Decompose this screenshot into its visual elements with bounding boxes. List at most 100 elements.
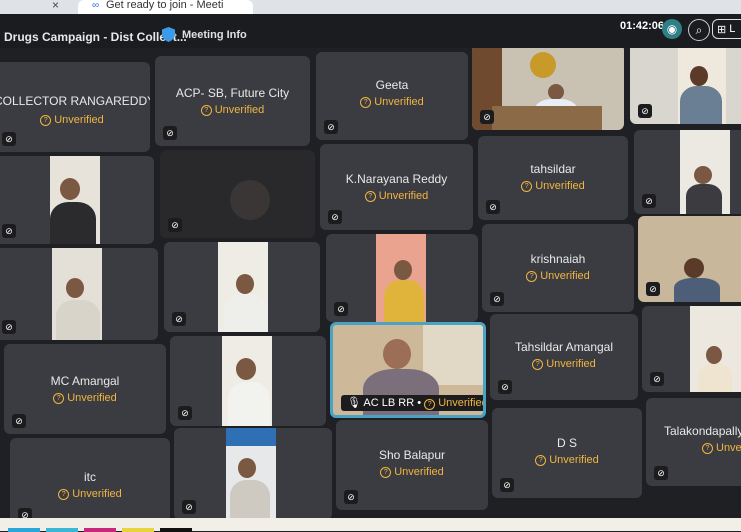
info-icon: ? bbox=[53, 393, 65, 404]
speaker-name-label: 🎙 AC LB RR • ? Unverified bbox=[341, 395, 483, 411]
taskbar-app-icon[interactable] bbox=[122, 528, 154, 532]
mic-muted-icon: ⊘ bbox=[646, 282, 660, 296]
unverified-badge: ?Unverified bbox=[482, 270, 634, 282]
mic-muted-icon: ⊘ bbox=[2, 224, 16, 238]
participant-name: MC Amangal bbox=[50, 374, 120, 388]
mic-muted-icon: ⊘ bbox=[324, 120, 338, 134]
unverified-badge: ?Unverified bbox=[320, 190, 473, 202]
meeting-title: Drugs Campaign - Dist Collect... bbox=[4, 30, 187, 44]
layout-button[interactable]: ⊞ L bbox=[712, 19, 741, 39]
mic-muted-icon: ⊘ bbox=[498, 380, 512, 394]
info-icon: ? bbox=[526, 271, 538, 282]
participant-name: K.Narayana Reddy bbox=[345, 172, 448, 186]
unverified-badge: ?Unverified bbox=[478, 180, 628, 192]
mic-muted-icon: ⊘ bbox=[163, 126, 177, 140]
browser-tab-meeting[interactable]: ∞ Get ready to join - Meeti bbox=[78, 0, 253, 14]
tab-close-icon[interactable]: × bbox=[52, 0, 59, 12]
participant-tile[interactable]: COLLECTOR RANGAREDDY ? Unverified ⊘ bbox=[0, 62, 150, 152]
participant-tile[interactable]: itc ? Unverified ⊘ bbox=[10, 438, 170, 518]
participant-video-tile[interactable]: ⊘ bbox=[634, 130, 741, 214]
mic-muted-icon: ⊘ bbox=[490, 292, 504, 306]
participant-name: D S bbox=[556, 436, 577, 450]
mic-muted-icon: ⊘ bbox=[328, 210, 342, 224]
unverified-badge: ? Unverified bbox=[424, 397, 483, 410]
active-speaker-tile[interactable]: 🎙 AC LB RR • ? Unverified bbox=[330, 322, 486, 418]
unverified-badge: ?Unverified bbox=[155, 104, 310, 116]
participant-video-tile[interactable]: ⊘ bbox=[472, 48, 624, 130]
meeting-app-favicon-icon: ∞ bbox=[92, 0, 100, 11]
unverified-badge: ?Unverified bbox=[646, 442, 741, 454]
participant-tile[interactable]: Geeta ? Unverified ⊘ bbox=[316, 52, 468, 140]
unverified-badge: ?Unverified bbox=[10, 488, 170, 500]
mic-muted-icon: ⊘ bbox=[500, 478, 514, 492]
participant-video-tile[interactable]: ⊘ bbox=[160, 150, 315, 238]
participant-video-tile[interactable]: ⊘ bbox=[0, 248, 158, 340]
info-icon: ? bbox=[521, 181, 533, 192]
participant-video-tile[interactable]: ⊘ bbox=[164, 242, 320, 332]
participant-name: ACP- SB, Future City bbox=[175, 86, 290, 100]
info-icon: ? bbox=[58, 489, 70, 500]
participant-name: itc bbox=[84, 470, 96, 484]
mic-muted-icon: ⊘ bbox=[642, 194, 656, 208]
speaker-name: AC LB RR bbox=[363, 397, 415, 409]
mic-muted-icon: ⊘ bbox=[654, 466, 668, 480]
participant-video-tile[interactable]: ⊘ bbox=[170, 336, 326, 426]
participant-tile[interactable]: Tahsildar Amangal ? Unverified ⊘ bbox=[490, 314, 638, 400]
participant-name: COLLECTOR RANGAREDDY bbox=[0, 94, 150, 108]
taskbar-app-icon[interactable] bbox=[160, 528, 192, 532]
shield-icon[interactable] bbox=[162, 27, 175, 42]
participant-tile[interactable]: D S ? Unverified ⊘ bbox=[492, 408, 642, 498]
participant-video-tile[interactable]: ⊘ bbox=[638, 216, 741, 302]
participant-tile[interactable]: MC Amangal ? Unverified ⊘ bbox=[4, 344, 166, 434]
info-icon: ? bbox=[702, 443, 713, 454]
participant-tile[interactable]: K.Narayana Reddy ? Unverified ⊘ bbox=[320, 144, 473, 230]
unverified-badge: ?Unverified bbox=[316, 96, 468, 108]
search-icon[interactable]: ⌕ bbox=[688, 19, 710, 41]
participant-video-tile[interactable]: ⊘ bbox=[326, 234, 478, 322]
participant-video-tile[interactable]: ⊘ bbox=[174, 428, 332, 518]
participant-video-tile[interactable]: ⊘ bbox=[630, 48, 741, 124]
mic-muted-icon: ⊘ bbox=[182, 500, 196, 514]
mic-muted-icon: ⊘ bbox=[334, 302, 348, 316]
taskbar-app-icon[interactable] bbox=[84, 528, 116, 532]
unverified-badge: ?Unverified bbox=[336, 466, 488, 478]
participant-tile[interactable]: Sho Balapur ? Unverified ⊘ bbox=[336, 420, 488, 510]
mic-muted-icon: ⊘ bbox=[2, 320, 16, 334]
participant-name: Talakondapally T bbox=[664, 424, 741, 438]
taskbar-app-icon[interactable] bbox=[46, 528, 78, 532]
participant-tile[interactable]: tahsildar ? Unverified ⊘ bbox=[478, 136, 628, 220]
unverified-badge: ?Unverified bbox=[4, 392, 166, 404]
browser-tab-strip: × ∞ Get ready to join - Meeti bbox=[0, 0, 741, 14]
grid-layout-icon: ⊞ bbox=[717, 23, 727, 36]
participant-name: tahsildar bbox=[530, 162, 576, 176]
mic-muted-icon: ⊘ bbox=[638, 104, 652, 118]
mic-muted-icon: ⊘ bbox=[480, 110, 494, 124]
mic-muted-icon: ⊘ bbox=[486, 200, 500, 214]
participant-grid: COLLECTOR RANGAREDDY ? Unverified ⊘ ACP- … bbox=[0, 48, 741, 518]
mic-muted-icon: ⊘ bbox=[178, 406, 192, 420]
info-icon: ? bbox=[424, 399, 436, 410]
layout-label: L bbox=[729, 23, 736, 35]
participant-name: Tahsildar Amangal bbox=[514, 340, 614, 354]
mic-active-icon: 🎙 bbox=[347, 397, 361, 409]
mic-muted-icon: ⊘ bbox=[344, 490, 358, 504]
participant-video-tile[interactable]: ⊘ bbox=[642, 306, 741, 392]
mic-muted-icon: ⊘ bbox=[172, 312, 186, 326]
info-icon: ? bbox=[200, 105, 212, 116]
info-icon: ? bbox=[535, 455, 547, 466]
speaker-separator: • bbox=[417, 397, 422, 409]
unverified-badge: ?Unverified bbox=[492, 454, 642, 466]
participant-tile[interactable]: krishnaiah ? Unverified ⊘ bbox=[482, 224, 634, 312]
taskbar-app-icon[interactable] bbox=[8, 528, 40, 532]
info-icon: ? bbox=[360, 97, 372, 108]
participant-tile[interactable]: ACP- SB, Future City ? Unverified ⊘ bbox=[155, 56, 310, 146]
mic-muted-icon: ⊘ bbox=[18, 508, 32, 518]
taskbar bbox=[0, 518, 741, 532]
participant-tile[interactable]: Talakondapally T ?Unverified ⊘ bbox=[646, 398, 741, 486]
record-status-icon[interactable]: ◉ bbox=[662, 19, 682, 39]
participant-name: Sho Balapur bbox=[378, 448, 446, 462]
participant-video-tile[interactable]: ⊘ bbox=[0, 156, 154, 244]
mic-muted-icon: ⊘ bbox=[650, 372, 664, 386]
participant-name: krishnaiah bbox=[530, 252, 586, 266]
meeting-info-button[interactable]: Meeting Info bbox=[182, 29, 247, 41]
